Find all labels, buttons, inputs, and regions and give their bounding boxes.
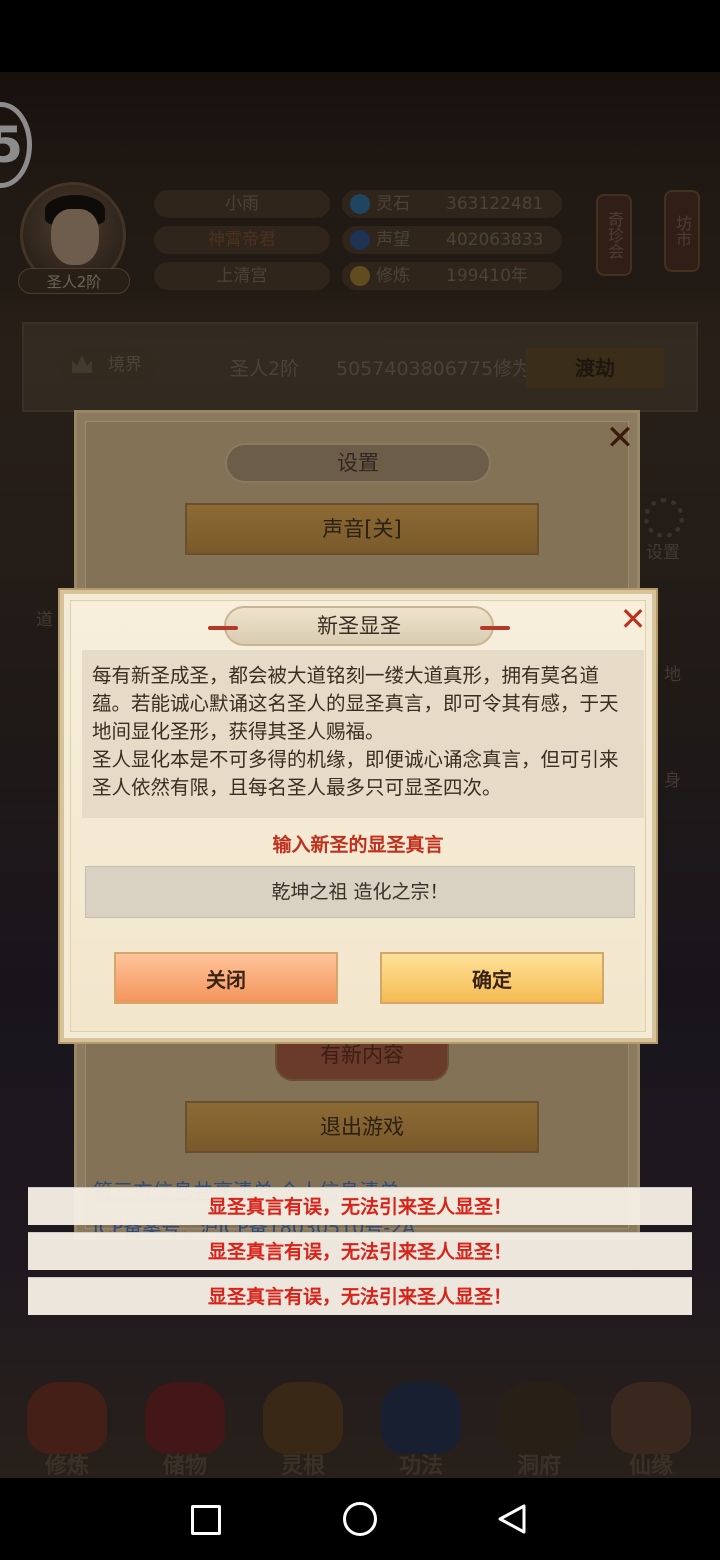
settings-title: 设置 (337, 451, 379, 475)
description-box: 每有新圣成圣，都会被大道铭刻一缕大道真形，拥有莫名道蕴。若能诚心默诵这名圣人的显… (82, 650, 644, 818)
home-icon[interactable] (343, 1502, 377, 1536)
quit-game-button[interactable]: 退出游戏 (185, 1101, 539, 1153)
settings-close-icon[interactable]: ✕ (603, 421, 637, 455)
status-bar (0, 0, 720, 72)
description-paragraph: 圣人显化本是不可多得的机缘，即便诚心诵念真言，但可引来圣人依然有限，且每名圣人最… (92, 748, 619, 799)
close-button[interactable]: 关闭 (114, 952, 338, 1004)
dialog-close-icon[interactable]: ✕ (616, 602, 650, 636)
confirm-button[interactable]: 确定 (380, 952, 604, 1004)
settings-title-plate: 设置 (225, 443, 491, 483)
input-label: 输入新圣的显圣真言 (272, 834, 444, 856)
error-toast: 显圣真言有误，无法引来圣人显圣！ (28, 1232, 692, 1270)
dialog-title-plate: 新圣显圣 (208, 606, 510, 646)
error-toast: 显圣真言有误，无法引来圣人显圣！ (28, 1277, 692, 1315)
dialog-title: 新圣显圣 (317, 614, 401, 638)
back-icon[interactable] (496, 1503, 528, 1535)
recent-apps-icon[interactable] (191, 1505, 221, 1535)
system-navigation-bar (0, 1478, 720, 1560)
mantra-input[interactable]: 乾坤之祖 造化之宗！ (85, 866, 635, 918)
description-paragraph: 每有新圣成圣，都会被大道铭刻一缕大道真形，拥有莫名道蕴。若能诚心默诵这名圣人的显… (92, 664, 619, 743)
manifest-sage-dialog: 新圣显圣 ✕ 每有新圣成圣，都会被大道铭刻一缕大道真形，拥有莫名道蕴。若能诚心默… (60, 590, 656, 1042)
sound-toggle-button[interactable]: 声音[关] (185, 503, 539, 555)
error-toast: 显圣真言有误，无法引来圣人显圣！ (28, 1187, 692, 1225)
